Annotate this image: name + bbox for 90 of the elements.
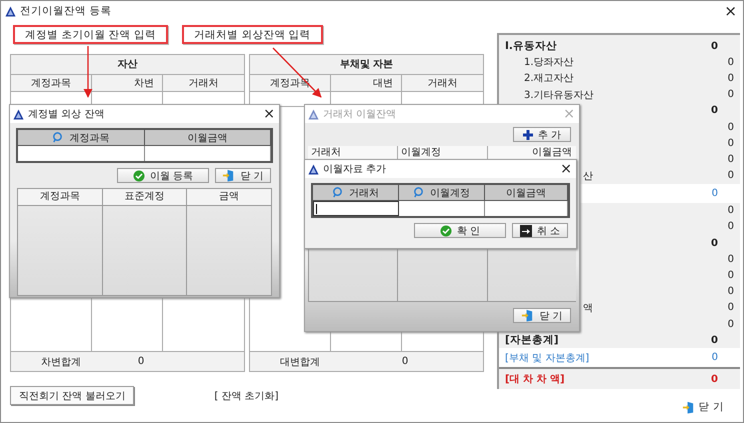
register-button[interactable]: 이월 등록 <box>117 168 209 183</box>
column-header: 이월금액 <box>485 185 568 201</box>
close-button[interactable]: 닫 기 <box>215 168 271 183</box>
summary-label: 산 <box>583 170 593 183</box>
confirm-button[interactable]: 확 인 <box>414 223 506 238</box>
column-header: 이월금액 <box>488 146 576 160</box>
column-header: 계정과목 <box>18 189 103 206</box>
arrow <box>83 46 93 98</box>
summary-value: 0 <box>728 270 735 282</box>
close-button[interactable]: × <box>259 106 279 122</box>
summary-label: 2.재고자산 <box>523 72 574 86</box>
input-field[interactable] <box>18 146 144 161</box>
summary-value: 0 <box>712 188 719 199</box>
summary-value: 0 <box>728 56 735 68</box>
summary-value: 0 <box>728 72 735 84</box>
summary-value: 0 <box>712 352 719 364</box>
door-icon <box>222 169 236 182</box>
column-header: 표준계정 <box>102 189 188 206</box>
summary-value: 0 <box>728 170 735 182</box>
column-header: 계정과목 <box>18 130 144 146</box>
column-header: 거래처 <box>313 185 399 201</box>
summary-label: [대 차 차 액] <box>504 373 565 386</box>
triangle-logo-icon <box>5 6 16 16</box>
column-header: 차변 <box>92 75 163 92</box>
input-field[interactable] <box>399 201 485 216</box>
column-header: 이월금액 <box>144 130 271 146</box>
column-header: 이월계정 <box>399 185 485 201</box>
close-button[interactable]: × <box>718 2 743 20</box>
add-button[interactable]: 추 가 <box>513 127 571 142</box>
table-title: 자산 <box>11 55 244 75</box>
summary-label: 1.당좌자산 <box>523 56 574 70</box>
column-header: 이월계정 <box>398 146 488 160</box>
door-icon <box>521 309 534 322</box>
close-button[interactable]: 닫 기 <box>513 308 571 323</box>
summary-value: 0 <box>711 40 719 52</box>
column-header: 거래처 <box>402 75 483 92</box>
column-header: 거래처 <box>163 75 244 92</box>
reset-link[interactable]: [ 잔액 초기화] <box>214 388 279 402</box>
check-icon <box>132 170 145 182</box>
exit-icon <box>520 224 532 236</box>
summary-value: 0 <box>728 318 735 330</box>
summary-value: 0 <box>728 286 735 298</box>
summary-value: 0 <box>728 254 735 265</box>
column-header: 거래처 <box>308 146 398 160</box>
cancel-button[interactable]: 취 소 <box>512 223 568 238</box>
input-field[interactable] <box>485 201 568 216</box>
summary-value: 0 <box>711 238 719 249</box>
summary-value: 0 <box>728 89 735 100</box>
summary-label: Ⅰ.유동자산 <box>504 39 557 54</box>
triangle-logo-icon <box>13 108 24 120</box>
triangle-logo-icon <box>308 164 319 174</box>
close-button[interactable]: 닫 기 <box>676 399 730 416</box>
dialog-title: 계정별 외상 잔액 <box>28 108 104 121</box>
input-field[interactable] <box>144 146 271 161</box>
summary-label: [부채 및 자본총계] <box>504 352 590 365</box>
check-icon <box>440 224 452 236</box>
summary-label: 3.기타유동자산 <box>523 88 594 102</box>
load-balance-button[interactable]: 직전회기 잔액 불러오기 <box>10 386 134 405</box>
triangle-logo-icon <box>308 108 319 120</box>
plus-icon <box>522 130 533 140</box>
total-label: 대변합계 <box>279 356 321 368</box>
column-header: 대변 <box>331 75 402 92</box>
dialog-title: 이월자료 추가 <box>323 163 386 176</box>
summary-value: 0 <box>711 374 719 385</box>
search-icon <box>52 132 64 143</box>
total-label: 차변합계 <box>40 356 82 368</box>
search-icon <box>332 187 343 198</box>
summary-value: 0 <box>711 334 719 346</box>
column-header: 금액 <box>187 189 272 206</box>
total-value: 0 <box>136 356 146 367</box>
close-button[interactable]: × <box>556 161 576 177</box>
summary-value: 0 <box>728 205 735 216</box>
summary-value: 0 <box>728 302 735 314</box>
callout-button[interactable]: 계정별 초기이월 잔액 입력 <box>13 25 168 44</box>
column-header: 계정과목 <box>11 75 92 92</box>
search-icon <box>413 187 424 198</box>
summary-value: 0 <box>728 122 735 133</box>
summary-value: 0 <box>728 221 735 232</box>
callout-button[interactable]: 거래처별 외상잔액 입력 <box>182 25 323 44</box>
dialog-title: 거래처 이월잔액 <box>323 108 396 121</box>
table-title: 부채및 자본 <box>250 55 483 75</box>
window-title: 전기이월잔액 등록 <box>20 4 112 18</box>
door-icon <box>682 400 695 414</box>
total-value: 0 <box>400 356 410 367</box>
summary-value: 0 <box>728 138 735 149</box>
summary-value: 0 <box>711 105 719 116</box>
summary-value: 0 <box>728 154 735 165</box>
summary-label: [자본총계] <box>504 333 559 348</box>
summary-label: 액 <box>583 302 593 315</box>
input-field[interactable] <box>313 201 399 216</box>
